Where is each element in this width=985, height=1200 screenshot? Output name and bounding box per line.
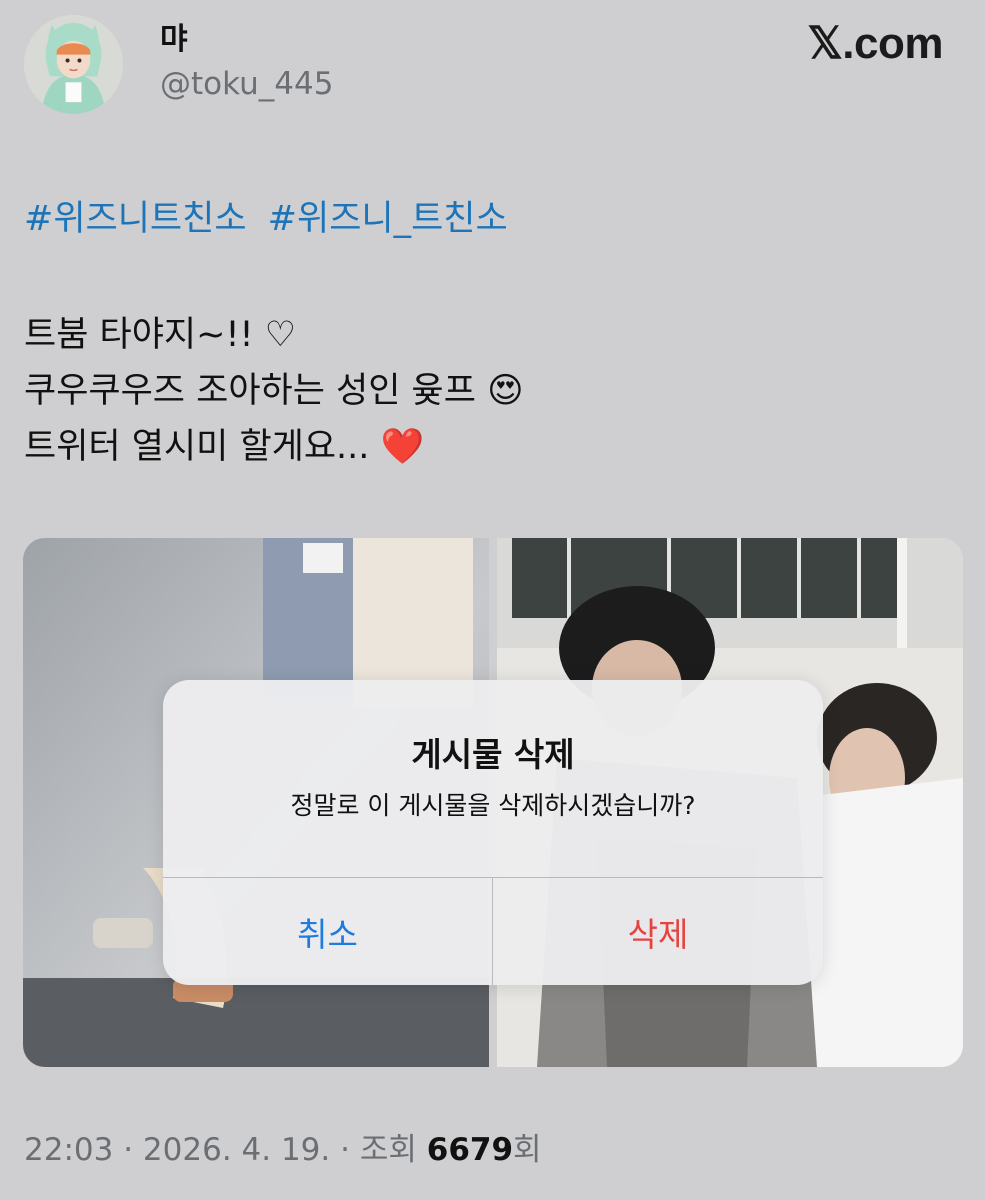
- x-com-logo: 𝕏.com: [807, 19, 943, 68]
- author-avatar[interactable]: [24, 15, 123, 114]
- tweet-text-line: 쿠우쿠우즈 조아하는 성인 윶프 😍: [24, 371, 524, 411]
- tweet-text-line: 트붐 타야지~!! ♡: [24, 315, 297, 355]
- tweet-metadata: 22:03 · 2026. 4. 19. · 조회 6679회: [24, 1124, 542, 1169]
- views-count: 6679: [426, 1132, 514, 1168]
- tweet-time[interactable]: 22:03: [24, 1132, 113, 1168]
- separator-dot: ·: [123, 1132, 143, 1168]
- delete-button[interactable]: 삭제: [493, 878, 823, 985]
- tweet-text-line: 트위터 열시미 할게요... ❤️: [24, 427, 425, 467]
- separator-dot: ·: [340, 1132, 360, 1168]
- cancel-button[interactable]: 취소: [163, 878, 492, 985]
- tweet-text: 트붐 타야지~!! ♡ 쿠우쿠우즈 조아하는 성인 윶프 😍 트위터 열시미 할…: [24, 307, 524, 475]
- avatar-image: [24, 15, 123, 114]
- views-suffix: 회: [513, 1132, 542, 1168]
- tweet-date[interactable]: 2026. 4. 19.: [143, 1132, 330, 1168]
- hashtag-link[interactable]: #위즈니_트친소: [268, 199, 508, 239]
- author-display-name[interactable]: 먀: [160, 14, 188, 58]
- views-prefix: 조회: [359, 1132, 417, 1168]
- author-handle[interactable]: @toku_445: [160, 66, 333, 102]
- delete-post-dialog: 게시물 삭제 정말로 이 게시물을 삭제하시겠습니까? 취소 삭제: [163, 680, 823, 985]
- hashtag-link[interactable]: #위즈니트친소: [24, 199, 247, 239]
- dialog-message: 정말로 이 게시물을 삭제하시겠습니까?: [290, 791, 696, 820]
- tweet-hashtags: #위즈니트친소 #위즈니_트친소: [24, 190, 518, 241]
- dialog-title: 게시물 삭제: [411, 735, 575, 774]
